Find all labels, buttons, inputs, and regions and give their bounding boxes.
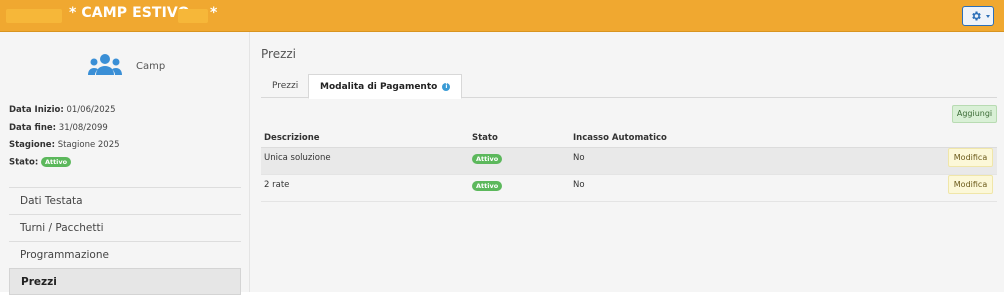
end-date: Data fine: 31/08/2099 [9,123,108,133]
payment-methods-table: Descrizione Stato Incasso Automatico Uni… [261,128,997,202]
info-icon[interactable]: i [442,82,451,91]
end-date-label: Data fine: [9,123,57,133]
start-date-value: 01/06/2025 [66,105,116,115]
tab-prezzi-label: Prezzi [272,81,299,91]
edit-button[interactable]: Modifica [948,175,993,194]
status-badge: Attivo [40,157,72,167]
table-header: Descrizione Stato Incasso Automatico [261,128,997,148]
column-header-incasso: Incasso Automatico [573,133,667,143]
status-label: Stato: [9,157,39,168]
status-badge: Attivo [472,154,503,164]
start-date: Data Inizio: 01/06/2025 [9,105,115,115]
season-label: Stagione: [9,140,55,150]
main-content: Prezzi Prezzi Modalita di Pagamento i Ag… [250,32,1004,292]
app-title-suffix: * [210,5,218,21]
redacted-text-left [6,9,62,23]
status-badge: Attivo [472,181,503,191]
sidebar-item-turni-pacchetti[interactable]: Turni / Pacchetti [9,214,241,241]
cell-descrizione: 2 rate [264,180,290,190]
camp-label: Camp [136,61,166,72]
cell-descrizione: Unica soluzione [264,153,331,163]
tab-modalita-pagamento-label: Modalita di Pagamento [320,82,438,92]
tab-prezzi[interactable]: Prezzi [261,74,309,99]
app-title: * CAMP ESTIVO [69,5,190,21]
column-header-stato: Stato [472,133,498,143]
season: Stagione: Stagione 2025 [9,140,120,150]
sidebar-menu: Dati Testata Turni / Pacchetti Programma… [9,187,241,295]
sidebar-item-dati-testata[interactable]: Dati Testata [9,187,241,214]
status: Stato: Attivo [9,157,72,168]
sidebar-item-programmazione[interactable]: Programmazione [9,241,241,268]
table-row: 2 rate Attivo No Modifica [261,175,997,202]
sidebar: Camp Data Inizio: 01/06/2025 Data fine: … [0,32,250,295]
table-row: Unica soluzione Attivo No Modifica [261,148,997,175]
cell-incasso: No [573,153,585,163]
add-button[interactable]: Aggiungi [952,105,997,123]
edit-button[interactable]: Modifica [948,148,993,167]
chevron-down-icon [986,15,990,18]
sidebar-item-prezzi[interactable]: Prezzi [9,268,241,295]
top-bar: * CAMP ESTIVO * [0,0,1004,32]
tab-modalita-pagamento[interactable]: Modalita di Pagamento i [308,74,463,99]
page-title: Prezzi [261,47,297,61]
end-date-value: 31/08/2099 [58,123,108,133]
users-icon [88,54,122,75]
gear-icon [972,11,981,21]
settings-dropdown-button[interactable] [962,6,994,26]
redacted-text-right [178,9,208,23]
cell-incasso: No [573,180,585,190]
start-date-label: Data Inizio: [9,105,64,115]
tab-bar: Prezzi Modalita di Pagamento i [261,74,997,99]
column-header-descrizione: Descrizione [264,133,320,143]
season-value: Stagione 2025 [57,140,120,150]
